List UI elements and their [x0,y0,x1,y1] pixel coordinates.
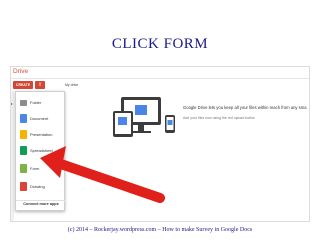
arrow-pointer [40,146,165,203]
arrow-shaft [53,158,165,203]
arrow-head [40,146,66,178]
slide-footer: (c) 2014 – Rockerjay.wordpress.com – How… [67,227,253,233]
